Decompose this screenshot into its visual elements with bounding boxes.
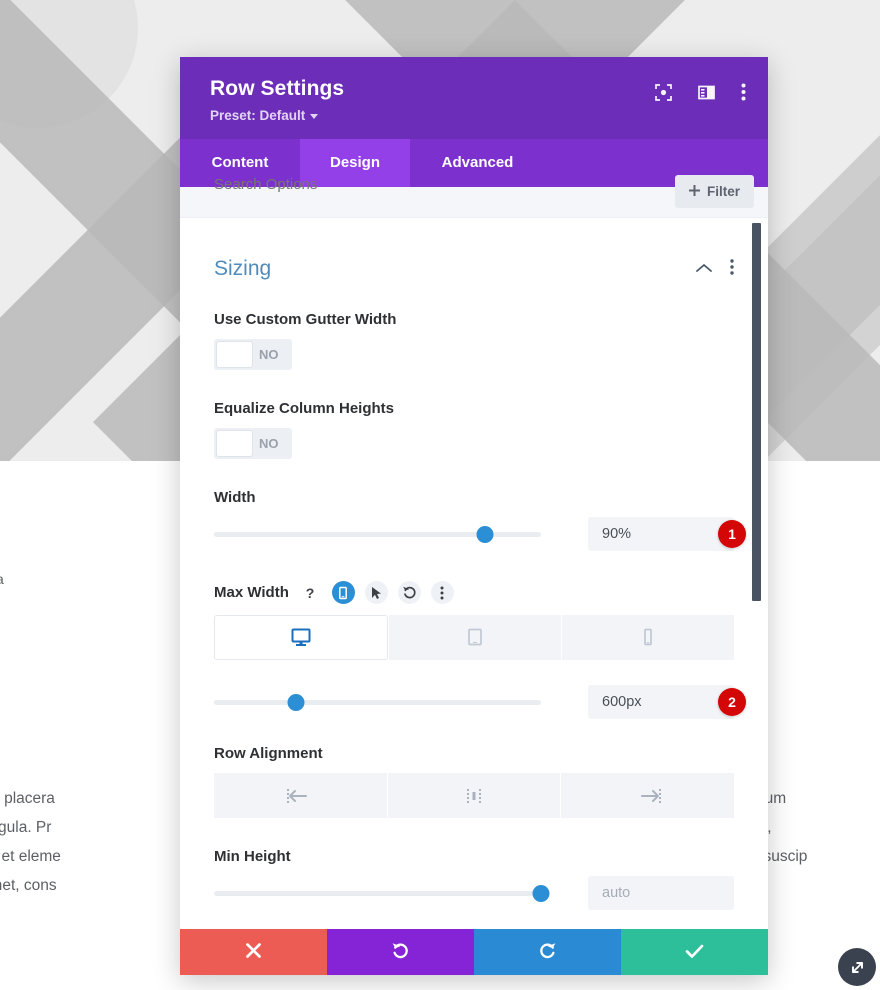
redo-button[interactable] — [474, 929, 621, 975]
max-width-slider[interactable] — [214, 689, 541, 715]
modal-footer — [180, 929, 768, 975]
device-tablet-button[interactable] — [389, 615, 561, 660]
responsive-mobile-icon[interactable] — [331, 581, 355, 604]
slider-knob[interactable] — [476, 525, 494, 543]
row-alignment-group — [214, 773, 735, 818]
scrollbar-track[interactable] — [752, 218, 765, 929]
preset-selector[interactable]: Preset: Default — [210, 108, 319, 123]
plus-icon — [688, 184, 700, 199]
save-button[interactable] — [621, 929, 768, 975]
field-use-custom-gutter-width: Use Custom Gutter Width NO — [214, 311, 734, 373]
resize-handle[interactable] — [838, 948, 876, 986]
section-header-sizing: Sizing — [214, 257, 734, 281]
svg-text:?: ? — [306, 585, 315, 601]
field-label: Row Alignment — [214, 745, 323, 762]
background-paragraph-left: us sapien. Donec placera oitur ac semper… — [0, 790, 61, 894]
width-slider[interactable] — [214, 521, 541, 547]
modal-header: Row Settings Preset: Default — [180, 57, 768, 139]
field-label: Equalize Column Heights — [214, 400, 395, 417]
field-min-height: Min Height — [214, 848, 734, 910]
width-value-input[interactable] — [588, 517, 734, 551]
min-height-value-wrap — [588, 876, 734, 910]
preset-label: Preset: Default — [210, 108, 306, 123]
filter-button-label: Filter — [706, 184, 740, 199]
gutter-width-toggle[interactable]: NO — [214, 339, 292, 370]
slider-rail — [214, 890, 541, 896]
device-desktop-button[interactable] — [214, 615, 388, 660]
field-max-width: Max Width ? 600px 2 — [214, 581, 746, 719]
field-label: Width — [214, 489, 256, 506]
background-text-fragment: ssa — [0, 565, 4, 594]
width-value-wrap: 1 — [588, 517, 746, 551]
search-input[interactable] — [214, 176, 544, 193]
toggle-knob — [216, 430, 253, 457]
reset-undo-icon[interactable] — [397, 581, 421, 604]
row-settings-modal: Row Settings Preset: Default Content Des… — [180, 57, 768, 975]
slider-knob[interactable] — [532, 884, 550, 902]
header-icon-group — [655, 83, 746, 101]
redo-arrow-icon — [538, 941, 557, 963]
field-equalize-column-heights: Equalize Column Heights NO — [214, 400, 734, 462]
field-width: Width 1 — [214, 489, 746, 551]
close-x-icon — [245, 942, 262, 962]
section-actions — [696, 258, 734, 280]
cursor-pointer-icon[interactable] — [364, 581, 388, 604]
annotation-badge-1: 1 — [718, 520, 746, 548]
toggle-value: NO — [259, 436, 279, 451]
section-title: Sizing — [214, 257, 272, 280]
help-question-icon[interactable]: ? — [299, 581, 322, 604]
min-height-slider[interactable] — [214, 880, 550, 906]
device-phone-button[interactable] — [562, 615, 734, 660]
align-center-button[interactable] — [387, 773, 561, 818]
device-preview-group — [214, 615, 734, 660]
layout-panel-icon[interactable] — [698, 84, 715, 101]
undo-button[interactable] — [327, 929, 474, 975]
toggle-knob — [216, 341, 253, 368]
resize-diagonal-icon — [851, 961, 863, 973]
min-height-value-input[interactable] — [588, 876, 734, 910]
more-vertical-icon[interactable] — [430, 581, 454, 604]
field-label: Max Width — [214, 584, 289, 601]
toggle-value: NO — [259, 347, 279, 362]
field-row-alignment: Row Alignment — [214, 745, 735, 818]
field-label: Min Height — [214, 848, 291, 865]
check-icon — [685, 943, 704, 962]
slider-knob[interactable] — [287, 693, 305, 711]
filter-button[interactable]: Filter — [674, 175, 754, 208]
search-row: Filter — [180, 175, 768, 218]
annotation-badge-2: 2 — [718, 688, 746, 716]
more-vertical-icon[interactable] — [741, 83, 746, 101]
field-label: Use Custom Gutter Width — [214, 311, 397, 328]
cancel-button[interactable] — [180, 929, 327, 975]
settings-body: Sizing Use Custom Gutter Width NO Equali… — [180, 218, 768, 929]
chevron-up-icon[interactable] — [696, 260, 712, 278]
width-control-row: 1 — [214, 517, 746, 551]
slider-rail — [214, 699, 541, 705]
section-more-vertical-icon[interactable] — [730, 258, 734, 280]
chevron-down-icon — [310, 114, 319, 119]
min-height-control-row — [214, 876, 734, 910]
max-width-value-input[interactable] — [588, 685, 734, 719]
equalize-heights-toggle[interactable]: NO — [214, 428, 292, 459]
undo-arrow-icon — [391, 941, 410, 963]
align-left-button[interactable] — [214, 773, 387, 818]
max-width-control-row: 2 — [214, 685, 746, 719]
scrollbar-thumb[interactable] — [752, 223, 761, 601]
focus-target-icon[interactable] — [655, 83, 672, 101]
align-right-button[interactable] — [561, 773, 735, 818]
field-label-row: Max Width ? — [214, 581, 734, 604]
max-width-value-wrap: 2 — [588, 685, 746, 719]
